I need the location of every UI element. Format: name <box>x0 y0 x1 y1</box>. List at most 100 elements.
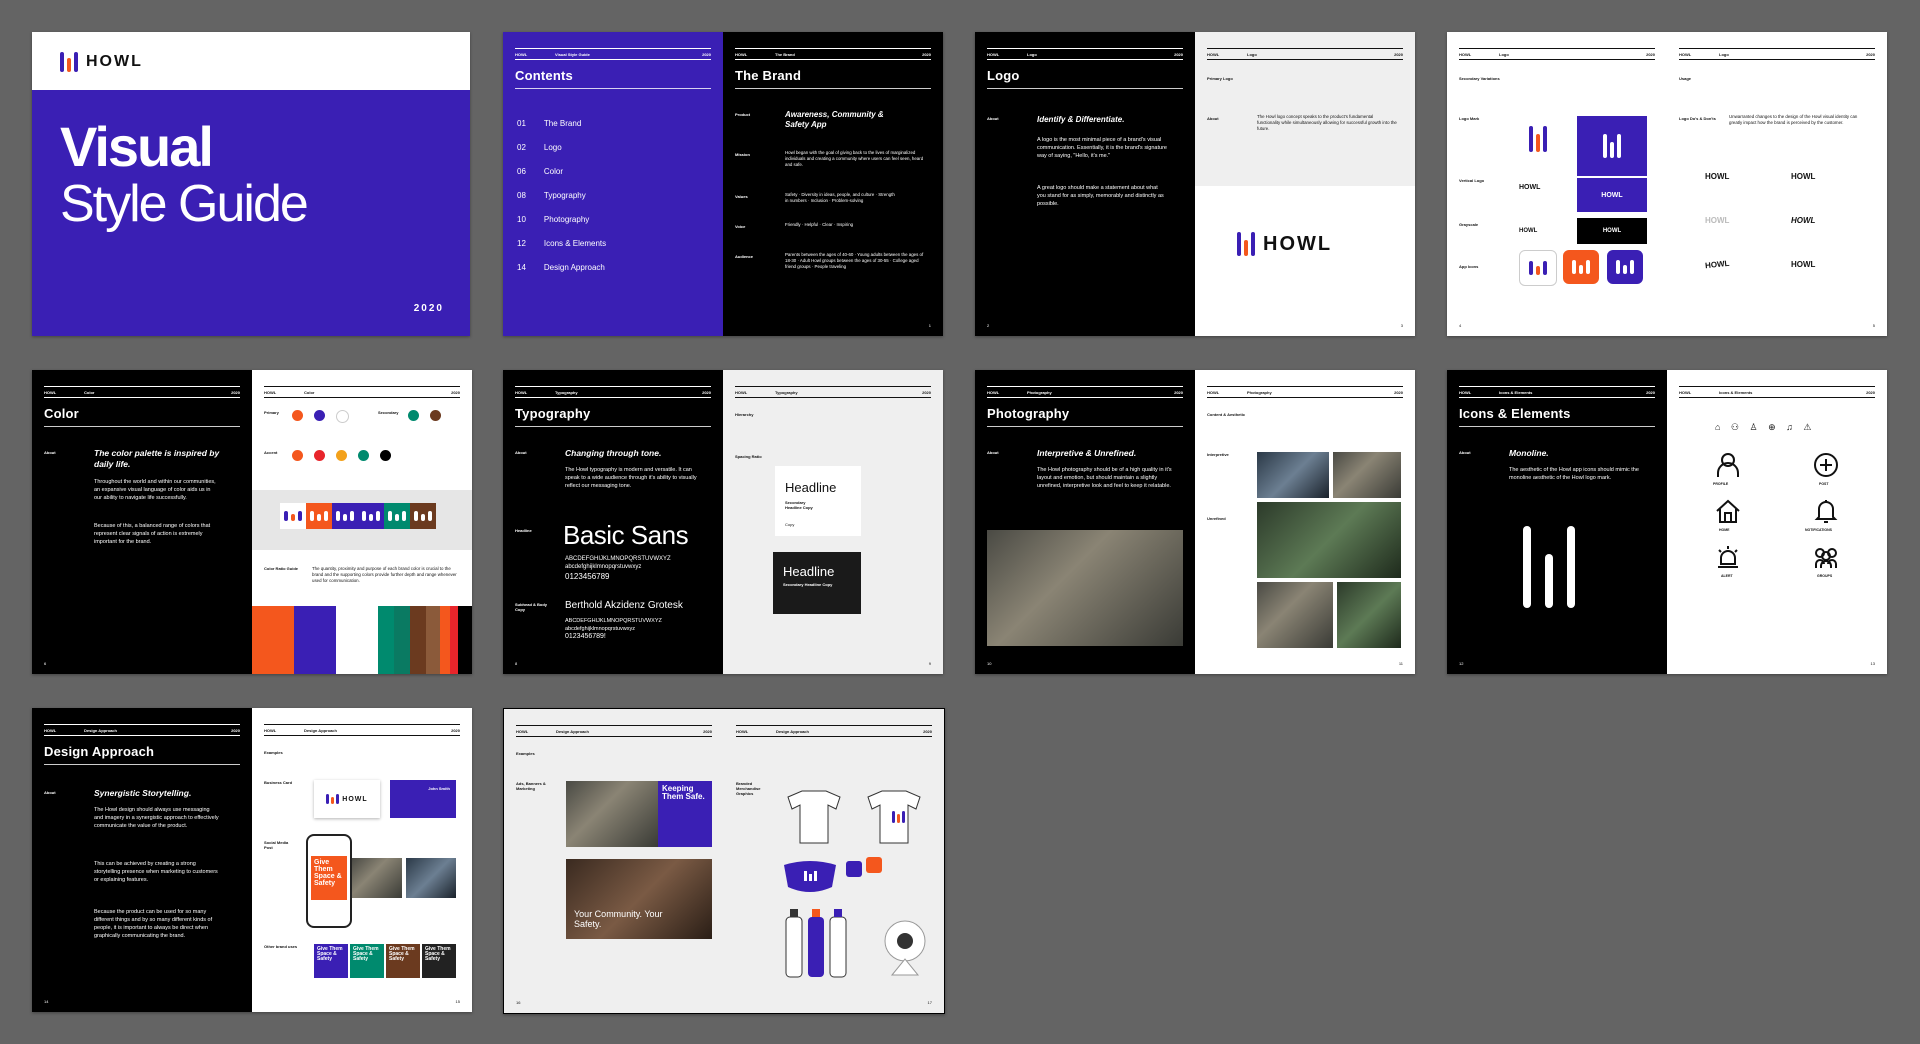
body-text: The Howl logo concept speaks to the prod… <box>1257 114 1397 131</box>
logo-tile <box>280 503 306 529</box>
groups-icon[interactable] <box>1813 544 1839 570</box>
app-icon-orange[interactable] <box>1563 250 1599 284</box>
spread-typography[interactable]: HOWL Typography 2020 Typography About Chan… <box>503 370 943 674</box>
spread-icons[interactable]: HOWL Icons & Elements 2020 Icons & Element… <box>1447 370 1887 674</box>
divider <box>515 88 711 89</box>
headline-text: Awareness, Community & Safety App <box>785 110 884 129</box>
color-ratio-bar <box>378 606 394 674</box>
section-label: Voice <box>735 224 746 229</box>
color-swatch <box>314 450 325 461</box>
spread-examples[interactable]: HOWL Design Approach 2020 Examples Ads, Ba… <box>503 708 945 1014</box>
section-label: Secondary <box>378 410 399 415</box>
spread-contents[interactable]: HOWL Visual Style Guide 2020 Contents 01 Th… <box>503 32 943 336</box>
section-label: Other brand uses <box>264 944 298 949</box>
spread-cover[interactable]: HOWL Visual Style Guide 2020 <box>32 32 470 336</box>
h2: Typography <box>775 389 798 395</box>
element <box>284 511 288 521</box>
icons-page: HOWL Icons & Elements 2020 Icons & Element… <box>1447 370 1667 674</box>
color-swatch <box>292 450 303 461</box>
tshirt-mockups-icon <box>787 790 921 844</box>
element <box>362 511 366 521</box>
howl-mark-icon <box>1237 232 1255 256</box>
page-header: HOWL The Brand 2020 <box>735 48 931 60</box>
h2: Color <box>304 389 315 395</box>
section-label: About <box>44 790 56 795</box>
cover-page: HOWL Visual Style Guide 2020 <box>32 32 470 336</box>
body-text: Because of this, a balanced range of col… <box>94 523 211 545</box>
element <box>1572 260 1576 274</box>
page-title: Design Approach <box>44 744 155 759</box>
home-icon[interactable] <box>1715 498 1741 524</box>
page-number: 4 <box>1459 323 1462 328</box>
photo-station-woman <box>987 530 1183 646</box>
swatch-purple <box>314 410 325 421</box>
section-label: HOME <box>1719 528 1730 532</box>
font-sample-basic-sans: Basic Sans <box>563 520 689 550</box>
page-number: 16 <box>516 1000 521 1005</box>
section-label: Unrefined <box>1207 516 1226 521</box>
h1: HOWL <box>736 728 749 734</box>
headline-text: The color palette is inspired by daily l… <box>94 448 220 469</box>
element <box>1543 126 1547 152</box>
usage-page: HOWL Logo 2020 Usage Logo Do's & Don'ts Un… <box>1667 32 1887 336</box>
page-number: 12 <box>1459 661 1464 666</box>
element <box>291 514 295 521</box>
spread-color[interactable]: HOWL Color 2020 Color About The color pale… <box>32 370 472 674</box>
section-label: About <box>44 450 56 455</box>
profile-icon[interactable] <box>1715 452 1741 478</box>
h3: 2020 <box>703 728 712 734</box>
section-label: Examples <box>516 751 535 756</box>
element <box>331 797 335 804</box>
spread-logo[interactable]: HOWL Logo 2020 Logo About Identify & Diffe… <box>975 32 1415 336</box>
color-ratio-bar <box>294 606 336 674</box>
h2: Logo <box>1719 51 1729 57</box>
color-ratio-bar <box>426 606 440 674</box>
element <box>1536 266 1540 275</box>
business-card-back: John Smith <box>390 780 456 818</box>
element <box>1244 240 1248 256</box>
app-icon-purple[interactable] <box>1607 250 1643 284</box>
section-label: About <box>987 116 999 121</box>
section-label: Primary Logo <box>1207 76 1233 81</box>
h1: HOWL <box>1679 51 1692 57</box>
h2: Design Approach <box>556 728 589 734</box>
element <box>1543 261 1547 275</box>
body-text: The quantity, proximity and purpose of e… <box>312 566 457 583</box>
element <box>1623 265 1627 274</box>
section-label: PROFILE <box>1713 482 1729 486</box>
h1: HOWL <box>264 389 277 395</box>
section-label: Ads, Banners & Marketing <box>516 781 546 791</box>
element <box>1545 554 1553 608</box>
spread-design-approach[interactable]: HOWL Design Approach 2020 Design Approach … <box>32 708 472 1012</box>
page-title: Typography <box>515 406 591 421</box>
element <box>67 58 71 72</box>
body-text: Because the product can be used for so m… <box>94 909 213 939</box>
section-label: Values <box>735 194 748 199</box>
h3: 2020 <box>922 389 931 395</box>
swatch-white <box>336 410 349 423</box>
spread-logo-variations[interactable]: HOWL Logo 2020 Secondary Variations Logo M… <box>1447 32 1887 336</box>
brand-word: HOWL <box>86 53 143 70</box>
cover-year: 2020 <box>413 303 444 314</box>
logo-page: HOWL Logo 2020 Logo About Identify & Diffe… <box>975 32 1195 336</box>
element <box>1251 232 1255 256</box>
element <box>1610 142 1614 158</box>
section-label: Content & Aesthetic <box>1207 412 1246 417</box>
section-label: About <box>1207 116 1219 121</box>
post-icon[interactable] <box>1813 452 1839 478</box>
app-icon-white[interactable] <box>1519 250 1557 286</box>
color-ratio-bar <box>458 606 472 674</box>
alert-icon[interactable] <box>1715 544 1741 570</box>
primary-logo-page: HOWL Logo 2020 Primary Logo About The Howl… <box>1195 32 1415 336</box>
section-label: NOTIFICATIONS <box>1805 528 1832 532</box>
page-header: HOWL Icons & Elements 2020 <box>1459 386 1655 398</box>
element <box>1603 134 1607 158</box>
spread-photography[interactable]: HOWL Photography 2020 Photography About In… <box>975 370 1415 674</box>
body-text: Throughout the world and within our comm… <box>94 479 216 501</box>
notifications-icon[interactable] <box>1813 498 1839 524</box>
photo <box>406 858 456 898</box>
divider <box>44 426 240 427</box>
element <box>414 511 418 521</box>
body-text: Friendly · Helpful · Clear · Inspiring <box>785 222 854 227</box>
logo-mark-icon <box>1529 126 1547 152</box>
